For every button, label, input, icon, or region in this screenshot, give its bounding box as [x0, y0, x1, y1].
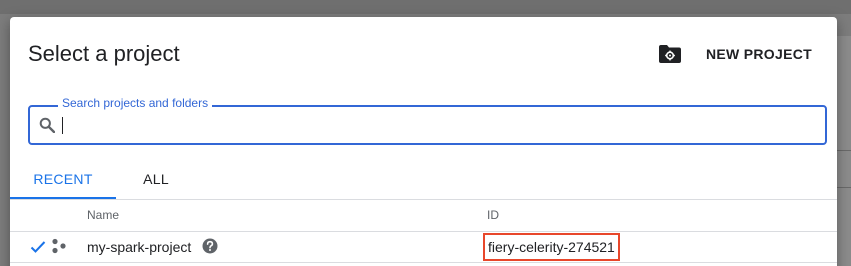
- projects-table: Name ID my-spark-project fiery-celerity-…: [10, 199, 837, 263]
- folder-settings-icon: [658, 45, 682, 63]
- background-topbar: [0, 0, 851, 14]
- tab-all[interactable]: ALL: [116, 161, 196, 197]
- column-header-id: ID: [487, 208, 499, 222]
- tab-recent[interactable]: RECENT: [10, 161, 116, 199]
- new-project-label: NEW PROJECT: [706, 46, 812, 62]
- help-icon[interactable]: [202, 238, 218, 254]
- project-nodes-icon: [51, 238, 67, 254]
- project-id: fiery-celerity-274521: [483, 233, 620, 261]
- project-name[interactable]: my-spark-project: [87, 239, 191, 255]
- text-caret: [62, 117, 63, 134]
- search-field[interactable]: Search projects and folders: [28, 96, 827, 145]
- search-input[interactable]: [64, 111, 808, 141]
- table-row[interactable]: my-spark-project fiery-celerity-274521: [10, 232, 837, 263]
- new-project-button[interactable]: NEW PROJECT: [658, 41, 812, 67]
- check-icon: [30, 240, 46, 254]
- select-project-dialog: Select a project NEW PROJECT Search proj…: [10, 17, 837, 266]
- search-icon: [39, 117, 56, 134]
- dialog-title: Select a project: [28, 41, 180, 66]
- table-header: Name ID: [10, 200, 837, 232]
- search-field-label: Search projects and folders: [58, 96, 213, 110]
- background-panel-row: [836, 150, 851, 188]
- column-header-name: Name: [87, 208, 120, 222]
- project-tabs: RECENT ALL: [10, 161, 837, 199]
